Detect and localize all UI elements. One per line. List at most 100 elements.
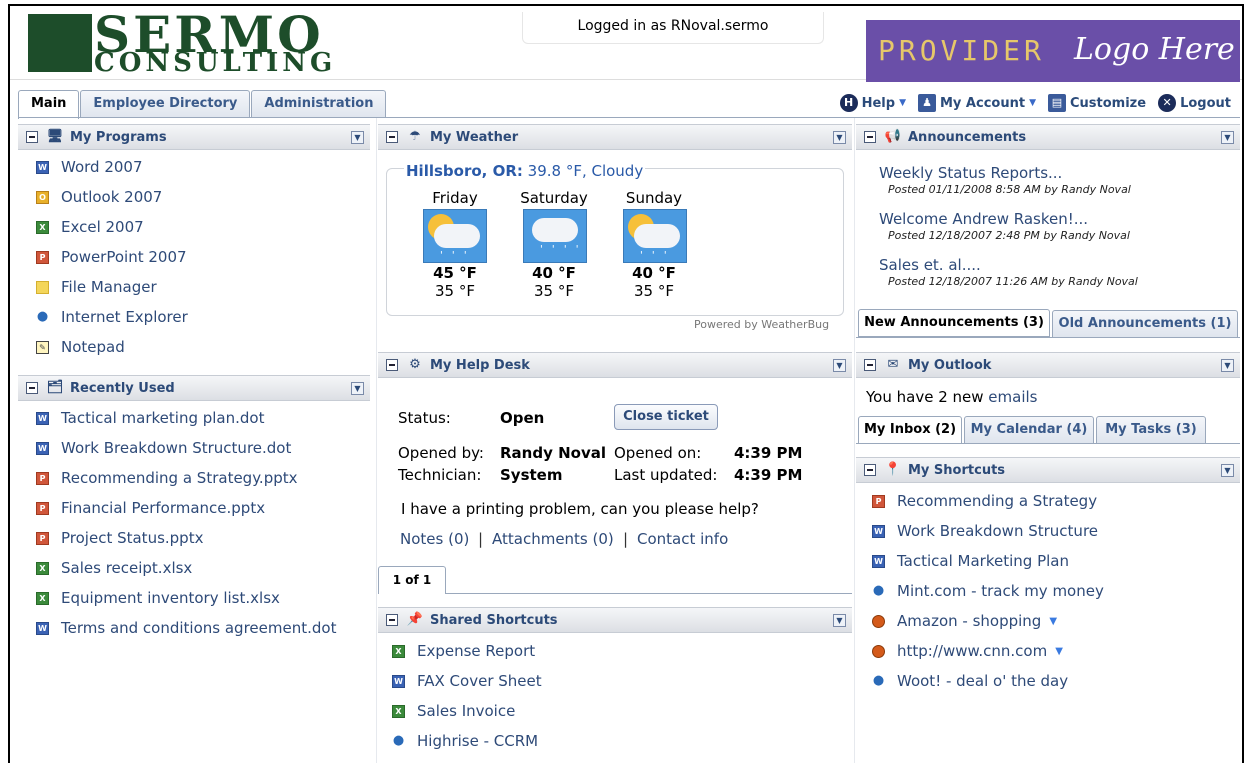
shared-shortcuts-header: 📌 Shared Shortcuts ▼ [378,607,852,633]
shared-shortcut-item[interactable]: ● Highrise - CCRM [392,732,538,750]
collapse-button[interactable] [386,359,398,371]
tab-employee-directory[interactable]: Employee Directory [80,90,251,118]
firefox-icon [872,614,885,628]
panel-menu-button[interactable]: ▼ [1221,464,1234,477]
tab-my-calendar[interactable]: My Calendar (4) [964,416,1094,444]
recent-item[interactable]: P Financial Performance.pptx [36,499,265,517]
link-separator: | [623,530,629,548]
word-icon: W [36,160,49,174]
powerpoint-icon: P [36,250,49,264]
recent-item[interactable]: P Recommending a Strategy.pptx [36,469,298,487]
tree-logo-icon [28,14,92,72]
shortcut-item[interactable]: ● Woot! - deal o' the day [872,672,1068,690]
tab-old-announcements[interactable]: Old Announcements (1) [1052,310,1238,338]
my-account-link[interactable]: ♟ My Account ▼ [918,94,1036,112]
shared-shortcut-item[interactable]: X Expense Report [392,642,535,660]
panel-menu-button[interactable]: ▼ [833,614,846,627]
recent-item[interactable]: P Project Status.pptx [36,529,203,547]
provider-logo-script: Logo Here [1074,32,1235,67]
program-internet-explorer[interactable]: ● Internet Explorer [36,308,188,326]
announcement-icon: 📢 [884,129,902,144]
program-outlook[interactable]: O Outlook 2007 [36,188,162,206]
help-desk-icon: ⚙ [409,357,421,372]
recent-item[interactable]: X Equipment inventory list.xlsx [36,589,280,607]
contact-info-link[interactable]: Contact info [637,530,728,548]
shortcut-item[interactable]: http://www.cnn.com ▼ [872,642,1063,660]
shortcut-item[interactable]: ● Mint.com - track my money [872,582,1104,600]
powerpoint-icon: P [36,531,49,545]
panel-menu-button[interactable]: ▼ [833,131,846,144]
panel-menu-button[interactable]: ▼ [833,359,846,372]
weather-day-name: Saturday [520,189,588,207]
firefox-icon [872,644,885,658]
opened-by-value: Randy Noval [500,444,606,462]
shortcut-item[interactable]: P Recommending a Strategy [872,492,1097,510]
panel-menu-button[interactable]: ▼ [1221,131,1234,144]
notes-link[interactable]: Notes (0) [400,530,469,548]
column-divider [854,118,855,763]
recent-item[interactable]: W Tactical marketing plan.dot [36,409,264,427]
collapse-button[interactable] [864,131,876,143]
shortcut-item[interactable]: W Tactical Marketing Plan [872,552,1069,570]
tab-main[interactable]: Main [18,90,80,119]
collapse-button[interactable] [386,614,398,626]
tab-new-announcements[interactable]: New Announcements (3) [858,309,1050,337]
word-icon: W [392,674,405,688]
announcement-title[interactable]: Welcome Andrew Rasken!... [879,210,1088,228]
recent-item[interactable]: W Work Breakdown Structure.dot [36,439,291,457]
collapse-button[interactable] [864,464,876,476]
attachments-link[interactable]: Attachments (0) [492,530,614,548]
shortcut-item[interactable]: Amazon - shopping ▼ [872,612,1057,630]
panel-menu-button[interactable]: ▼ [351,131,364,144]
panel-menu-button[interactable]: ▼ [1221,359,1234,372]
emails-link[interactable]: emails [988,388,1037,406]
opened-by-label: Opened by: [398,444,484,462]
users-icon: ♟ [918,94,936,112]
announcement-title[interactable]: Weekly Status Reports... [879,164,1062,182]
chevron-down-icon[interactable]: ▼ [1055,646,1063,657]
tab-administration[interactable]: Administration [251,90,387,118]
announcement-meta: Posted 12/18/2007 2:48 PM by Randy Noval [888,229,1130,242]
collapse-button[interactable] [26,131,38,143]
provider-logo: PROVIDER Logo Here [866,20,1240,82]
recent-item[interactable]: W Terms and conditions agreement.dot [36,619,336,637]
pager-tab[interactable]: 1 of 1 [378,566,446,594]
chevron-down-icon[interactable]: ▼ [1049,616,1057,627]
logout-icon: ✕ [1158,94,1177,112]
excel-icon: X [36,561,49,575]
program-notepad[interactable]: ✎ Notepad [36,338,125,356]
panel-menu-button[interactable]: ▼ [351,382,364,395]
close-ticket-button[interactable]: Close ticket [614,404,718,430]
tab-my-inbox[interactable]: My Inbox (2) [858,416,962,444]
technician-value: System [500,466,563,484]
rain-icon: ' ' ' ' [523,209,587,263]
program-excel[interactable]: X Excel 2007 [36,218,144,236]
my-outlook-header: ✉ My Outlook ▼ [856,352,1240,378]
weather-high: 45 °F [433,264,477,282]
weather-high: 40 °F [632,264,676,282]
tab-my-tasks[interactable]: My Tasks (3) [1096,416,1206,444]
word-icon: W [872,524,885,538]
weather-high: 40 °F [532,264,576,282]
recently-used-header: 🗂 Recently Used ▼ [18,375,370,401]
logged-in-status: Logged in as RNoval.sermo [522,12,824,44]
collapse-button[interactable] [864,359,876,371]
program-word[interactable]: W Word 2007 [36,158,143,176]
program-powerpoint[interactable]: P PowerPoint 2007 [36,248,187,266]
shared-shortcut-item[interactable]: W FAX Cover Sheet [392,672,542,690]
collapse-button[interactable] [386,131,398,143]
program-file-manager[interactable]: File Manager [36,278,157,296]
customize-link[interactable]: ▤ Customize [1048,94,1146,112]
help-link[interactable]: H Help ▼ [839,94,906,112]
shared-pin-icon: 📌 [406,612,424,627]
announcement-title[interactable]: Sales et. al.... [879,256,981,274]
shared-shortcut-item[interactable]: X Sales Invoice [392,702,515,720]
my-programs-header: 🖥 My Programs ▼ [18,124,370,150]
shortcut-item[interactable]: W Work Breakdown Structure [872,522,1098,540]
last-updated-label: Last updated: [614,466,718,484]
logout-link[interactable]: ✕ Logout [1158,94,1231,112]
opened-on-label: Opened on: [614,444,702,462]
collapse-button[interactable] [26,382,38,394]
word-icon: W [36,441,49,455]
recent-item[interactable]: X Sales receipt.xlsx [36,559,192,577]
